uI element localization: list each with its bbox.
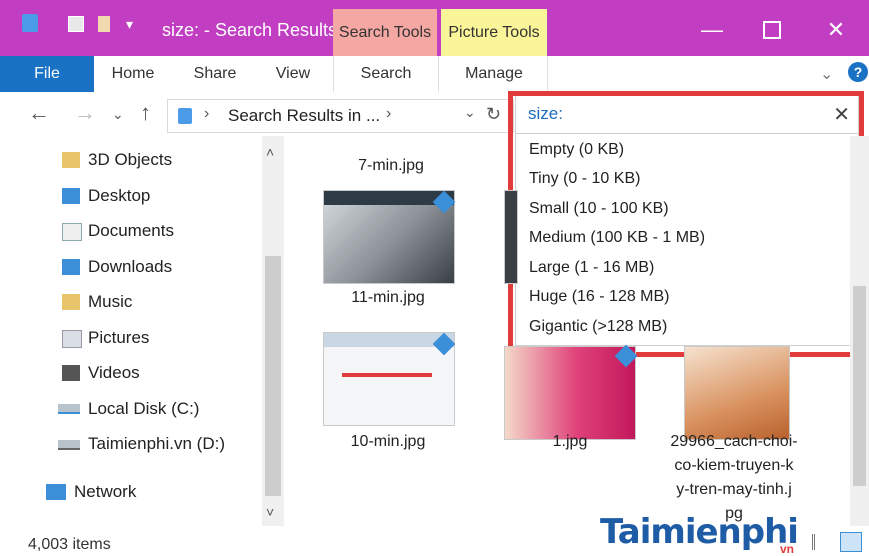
desktop-icon [62,188,80,204]
minimize-button[interactable]: — [682,10,742,50]
sidebar-item-label: Local Disk (C:) [88,399,200,418]
image-thumbnail [504,190,518,284]
network-icon [46,484,66,500]
item-count: 4,003 items [28,536,111,553]
sidebar-item-label: Network [74,482,137,501]
chevron-right-icon[interactable]: › [386,105,391,123]
properties-icon[interactable] [68,16,84,32]
arrow-up-icon[interactable]: ↑ [140,100,151,126]
watermark-logo: Taimienphi [600,512,799,552]
close-button[interactable]: ✕ [806,10,866,50]
navigation-pane: 3D Objects Desktop Documents Downloads M… [0,136,262,526]
address-dropdown-icon[interactable]: ⌄ [464,104,476,121]
image-thumbnail [504,346,636,440]
large-icons-view-icon[interactable] [840,532,862,552]
tab-share[interactable]: Share [182,56,248,92]
scroll-down-icon[interactable]: ˅ [266,504,274,520]
scroll-thumb[interactable] [265,256,281,496]
chevron-right-icon[interactable]: › [204,105,209,123]
videos-icon [62,365,80,381]
tab-home[interactable]: Home [100,56,166,92]
recent-locations-icon[interactable]: ⌄ [112,106,124,123]
close-icon[interactable]: ✕ [833,102,850,127]
new-folder-icon[interactable] [98,16,110,32]
search-box[interactable]: size: ✕ [515,95,859,135]
customize-toolbar-icon[interactable]: ▾ [126,16,142,34]
file-name: 10-min.jpg [350,433,426,450]
tab-file[interactable]: File [0,56,94,92]
documents-icon [62,223,82,241]
tab-picture-tools[interactable]: Picture Tools [441,9,547,56]
arrow-right-icon[interactable]: → [74,100,96,126]
music-icon [62,294,80,310]
sidebar-item-label: Videos [88,363,140,382]
file-name: 7-min.jpg [358,157,424,174]
tab-search-tools[interactable]: Search Tools [333,9,437,56]
sidebar-item-label: Downloads [88,257,173,276]
arrow-left-icon[interactable]: ← [28,100,50,126]
details-view-icon[interactable] [812,534,833,550]
folder-icon [62,152,80,168]
file-name: 11-min.jpg [351,289,425,306]
drive-icon [58,404,80,414]
tab-view[interactable]: View [260,56,326,92]
sidebar-item-label: 3D Objects [88,150,173,169]
sidebar-item-label: Taimienphi.vn (D:) [88,434,225,453]
downloads-icon [62,259,80,275]
scroll-up-icon[interactable]: ˄ [266,144,274,160]
sidebar-item-label: Pictures [88,328,150,347]
search-location-icon [178,108,192,124]
content-scrollbar[interactable] [850,136,869,526]
app-icon [22,14,38,32]
address-bar[interactable]: › Search Results in ... › ⌄ ↻ [167,99,514,133]
title-bar: ▾ size: - Search Results... Search Tools… [0,0,869,56]
refresh-icon[interactable]: ↻ [486,104,501,125]
window-title: size: - Search Results... [162,20,353,40]
sidebar-item-label: Desktop [88,186,151,205]
search-input[interactable]: size: [528,104,563,124]
drive-icon [58,440,80,450]
file-name: 1.jpg [552,433,588,450]
image-thumbnail [684,346,790,440]
watermark-suffix: vn [780,542,795,556]
image-content [342,373,432,377]
tab-manage[interactable]: Manage [441,56,548,92]
tab-search[interactable]: Search [333,56,439,92]
sidebar-item-label: Documents [88,221,174,240]
pictures-icon [62,330,82,348]
breadcrumb[interactable]: Search Results in ... [228,106,380,126]
expand-ribbon-icon[interactable]: ⌄ [820,64,833,84]
help-icon[interactable]: ? [848,62,868,82]
scroll-thumb[interactable] [853,286,866,486]
ribbon: File Home Share View Search Manage ⌄ ? [0,56,869,93]
sidebar-item-label: Music [88,292,133,311]
file-list: 7-min.jpg 11-min.jpg 10-min.jpg 1.jpg 29… [288,136,869,526]
maximize-button[interactable] [742,10,802,50]
sidebar-scrollbar[interactable]: ˄ ˅ [262,136,284,526]
